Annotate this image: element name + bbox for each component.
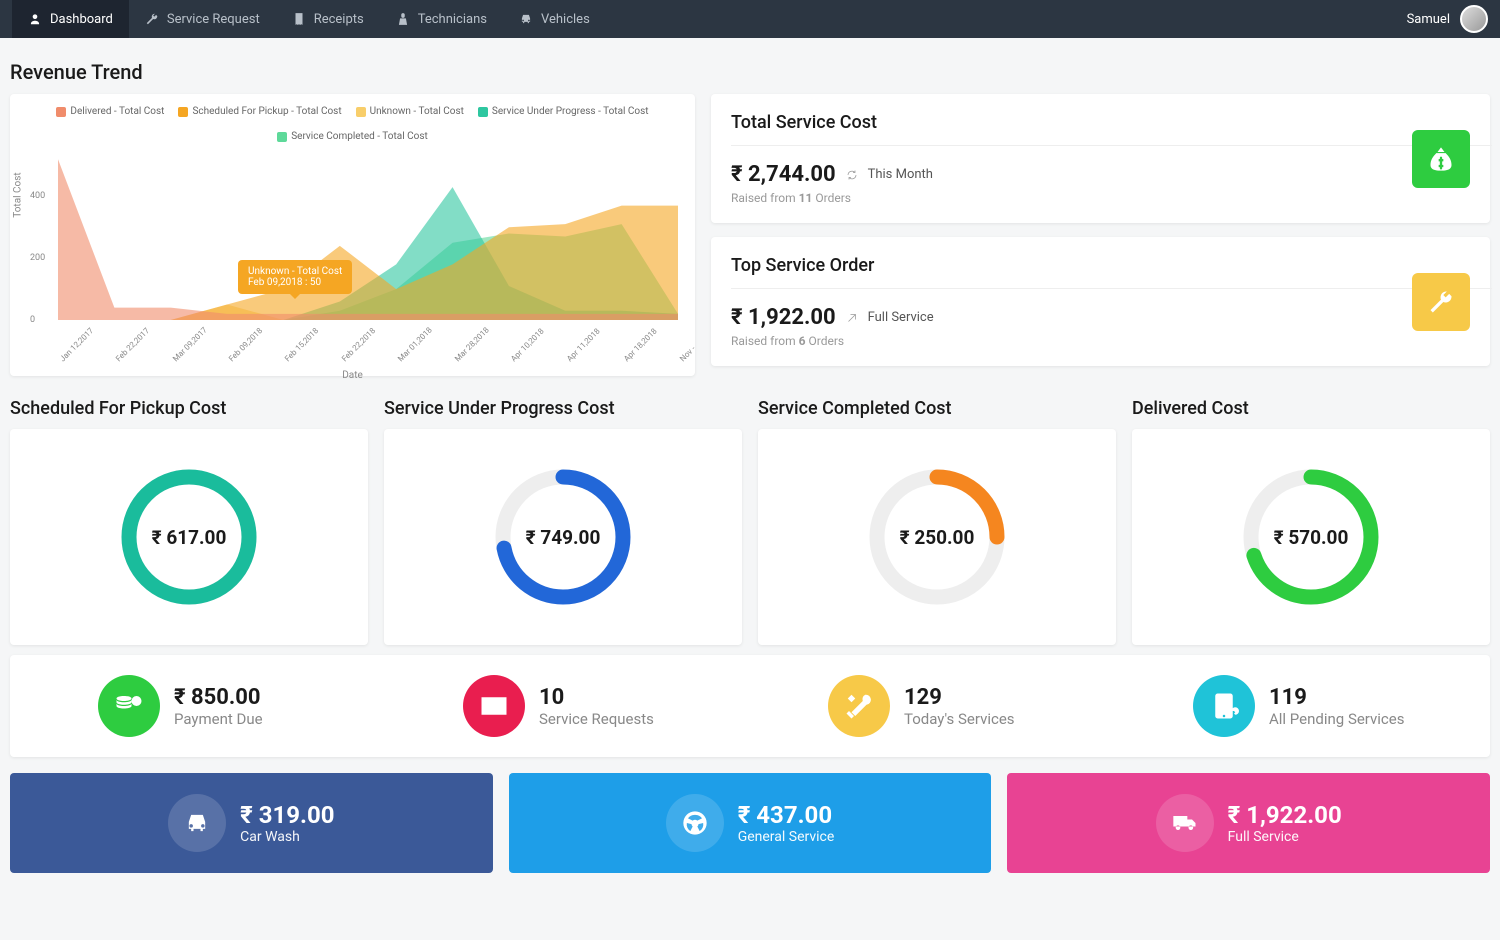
tile-general-service[interactable]: ₹ 437.00General Service xyxy=(509,773,992,873)
legend-item[interactable]: Scheduled For Pickup - Total Cost xyxy=(178,106,341,117)
stat-label: Today's Services xyxy=(904,710,1015,728)
stat-label: Payment Due xyxy=(174,710,263,728)
ytick: 200 xyxy=(30,253,45,263)
donut-card[interactable]: ₹ 570.00 xyxy=(1132,429,1490,645)
donuts-row: Scheduled For Pickup Cost ₹ 617.00 Service… xyxy=(10,384,1490,645)
donut-value: ₹ 570.00 xyxy=(1242,468,1380,606)
car-icon xyxy=(519,12,533,26)
stat-service-requests[interactable]: 10Service Requests xyxy=(385,675,750,737)
receipt-icon xyxy=(292,12,306,26)
donut-block: Service Under Progress Cost ₹ 749.00 xyxy=(384,384,742,645)
money-bag-icon xyxy=(1412,130,1470,188)
stat-value: 129 xyxy=(904,685,1015,710)
nav-vehicles[interactable]: Vehicles xyxy=(503,0,606,38)
truck-icon xyxy=(1156,794,1214,852)
nav-technicians[interactable]: Technicians xyxy=(380,0,503,38)
donut-title: Scheduled For Pickup Cost xyxy=(10,398,368,419)
top-order-heading: Top Service Order xyxy=(731,255,1492,289)
chart-area[interactable]: Unknown - Total Cost Feb 09,2018 : 50 02… xyxy=(58,150,683,320)
stat-value: 10 xyxy=(539,685,654,710)
person-icon xyxy=(28,12,42,26)
legend-item[interactable]: Delivered - Total Cost xyxy=(56,106,164,117)
donut-value: ₹ 617.00 xyxy=(120,468,258,606)
top-order-note: Raised from 6 Orders xyxy=(731,334,1412,348)
tile-label: Car Wash xyxy=(240,829,334,845)
donut-title: Service Under Progress Cost xyxy=(384,398,742,419)
total-service-sub: This Month xyxy=(868,167,933,182)
stat-label: Service Requests xyxy=(539,710,654,728)
donut-block: Service Completed Cost ₹ 250.00 xyxy=(758,384,1116,645)
donut-title: Delivered Cost xyxy=(1132,398,1490,419)
tools-icon xyxy=(828,675,890,737)
stats-row: ₹ 850.00Payment Due10Service Requests129… xyxy=(10,655,1490,757)
nav-service-request[interactable]: Service Request xyxy=(129,0,276,38)
wrench-icon xyxy=(1412,273,1470,331)
chart-xlabel: Date xyxy=(22,370,683,381)
top-order-value: ₹ 1,922.00 xyxy=(731,305,836,330)
stat-value: ₹ 850.00 xyxy=(174,685,263,710)
stat-value: 119 xyxy=(1269,685,1404,710)
nav-dashboard[interactable]: Dashboard xyxy=(12,0,129,38)
total-service-note: Raised from 11 Orders xyxy=(731,191,1412,205)
donut-block: Scheduled For Pickup Cost ₹ 617.00 xyxy=(10,384,368,645)
tile-value: ₹ 437.00 xyxy=(738,801,835,829)
refresh-icon xyxy=(846,169,858,181)
tile-value: ₹ 319.00 xyxy=(240,801,334,829)
donut-title: Service Completed Cost xyxy=(758,398,1116,419)
stat-payment-due[interactable]: ₹ 850.00Payment Due xyxy=(20,675,385,737)
area-chart-svg xyxy=(58,150,678,320)
nav-receipts[interactable]: Receipts xyxy=(276,0,380,38)
user-name: Samuel xyxy=(1407,12,1450,27)
legend-item[interactable]: Service Under Progress - Total Cost xyxy=(478,106,649,117)
donut-card[interactable]: ₹ 749.00 xyxy=(384,429,742,645)
arrow-up-right-icon xyxy=(846,312,858,324)
chart-ylabel: Total Cost xyxy=(13,172,24,217)
total-service-heading: Total Service Cost xyxy=(731,112,1492,146)
legend-item[interactable]: Unknown - Total Cost xyxy=(356,106,464,117)
tile-full-service[interactable]: ₹ 1,922.00Full Service xyxy=(1007,773,1490,873)
car-icon xyxy=(168,794,226,852)
donut-card[interactable]: ₹ 250.00 xyxy=(758,429,1116,645)
total-service-card[interactable]: Total Service Cost ₹ 2,744.00 This Month… xyxy=(711,94,1490,223)
badge-icon xyxy=(396,12,410,26)
donut-card[interactable]: ₹ 617.00 xyxy=(10,429,368,645)
wrench-icon xyxy=(145,12,159,26)
top-order-card[interactable]: Top Service Order ₹ 1,922.00 Full Servic… xyxy=(711,237,1490,366)
revenue-chart-card: Delivered - Total Cost Scheduled For Pick… xyxy=(10,94,695,376)
top-order-sub: Full Service xyxy=(868,310,934,325)
stat-label: All Pending Services xyxy=(1269,710,1404,728)
nav-left: DashboardService RequestReceiptsTechnici… xyxy=(12,0,606,38)
wheel-icon xyxy=(666,794,724,852)
nav-user[interactable]: Samuel xyxy=(1407,5,1488,33)
coins-icon xyxy=(98,675,160,737)
tile-car-wash[interactable]: ₹ 319.00Car Wash xyxy=(10,773,493,873)
chart-legend: Delivered - Total Cost Scheduled For Pick… xyxy=(22,106,683,142)
ytick: 0 xyxy=(30,315,35,325)
tile-label: Full Service xyxy=(1228,829,1342,845)
total-service-value: ₹ 2,744.00 xyxy=(731,162,836,187)
ytick: 400 xyxy=(30,191,45,201)
tooltip-line: Feb 09,2018 : 50 xyxy=(248,277,342,288)
top-nav: DashboardService RequestReceiptsTechnici… xyxy=(0,0,1500,38)
tooltip-title: Unknown - Total Cost xyxy=(248,266,342,277)
avatar[interactable] xyxy=(1460,5,1488,33)
donut-value: ₹ 250.00 xyxy=(868,468,1006,606)
stat-today-s-services[interactable]: 129Today's Services xyxy=(750,675,1115,737)
chart-tooltip: Unknown - Total Cost Feb 09,2018 : 50 xyxy=(238,260,352,294)
stat-all-pending-services[interactable]: 119All Pending Services xyxy=(1115,675,1480,737)
mail-icon xyxy=(463,675,525,737)
legend-item[interactable]: Service Completed - Total Cost xyxy=(277,131,428,142)
tile-label: General Service xyxy=(738,829,835,845)
revenue-title: Revenue Trend xyxy=(10,60,1490,84)
donut-value: ₹ 749.00 xyxy=(494,468,632,606)
donut-block: Delivered Cost ₹ 570.00 xyxy=(1132,384,1490,645)
device-icon xyxy=(1193,675,1255,737)
bottom-tiles: ₹ 319.00Car Wash₹ 437.00General Service₹… xyxy=(10,773,1490,873)
tile-value: ₹ 1,922.00 xyxy=(1228,801,1342,829)
